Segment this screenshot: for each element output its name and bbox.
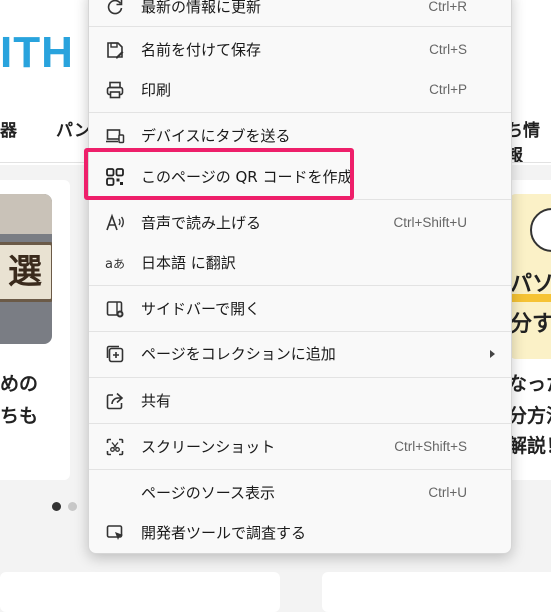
menu-divider xyxy=(89,331,511,332)
menu-item-collections[interactable]: ページをコレクションに追加 xyxy=(89,336,511,372)
menu-item-label: 共有 xyxy=(141,392,172,410)
menu-item-print[interactable]: 印刷 Ctrl+P xyxy=(89,72,511,108)
article-title-right-3[interactable]: 解説！ xyxy=(508,430,551,462)
site-logo[interactable]: ITH xyxy=(0,28,74,78)
menu-item-view-source[interactable]: ページのソース表示 Ctrl+U xyxy=(89,475,511,511)
menu-item-label: 音声で読み上げる xyxy=(141,214,262,232)
menu-item-shortcut: Ctrl+R xyxy=(428,0,467,14)
menu-item-label: 日本語 に翻訳 xyxy=(141,254,236,272)
nav-item-left[interactable]: 器 xyxy=(0,116,17,141)
menu-item-read-aloud[interactable]: 音声で読み上げる Ctrl+Shift+U xyxy=(89,205,511,241)
bottom-card-left[interactable] xyxy=(0,572,280,612)
translate-icon: aあ xyxy=(105,253,125,273)
refresh-icon xyxy=(105,0,125,17)
screenshot-icon xyxy=(105,437,125,457)
thumbnail-badge: 選 xyxy=(0,242,52,302)
menu-item-shortcut: Ctrl+Shift+S xyxy=(394,439,467,454)
inspect-icon xyxy=(105,523,125,543)
menu-item-inspect[interactable]: 開発者ツールで調査する xyxy=(89,515,511,551)
menu-item-translate[interactable]: aあ 日本語 に翻訳 xyxy=(89,245,511,281)
svg-text:あ: あ xyxy=(113,257,125,271)
menu-item-label: ページのソース表示 xyxy=(141,484,275,502)
read-aloud-icon xyxy=(105,213,125,233)
carousel-dot[interactable] xyxy=(68,502,77,511)
carousel-dot-active[interactable] xyxy=(52,502,61,511)
menu-item-label: ページをコレクションに追加 xyxy=(141,345,336,363)
menu-item-save-as[interactable]: 名前を付けて保存 Ctrl+S xyxy=(89,32,511,68)
menu-item-sidebar[interactable]: サイドバーで開く xyxy=(89,291,511,327)
context-menu: 最新の情報に更新 Ctrl+R 名前を付けて保存 Ctrl+S 印刷 Ctrl+… xyxy=(88,0,512,554)
menu-divider xyxy=(89,377,511,378)
article-title-right-1[interactable]: なった xyxy=(508,368,551,400)
article-title-right-2[interactable]: 分方法 xyxy=(508,400,551,432)
menu-item-refresh[interactable]: 最新の情報に更新 Ctrl+R xyxy=(89,0,511,25)
menu-item-label: サイドバーで開く xyxy=(141,300,261,318)
menu-item-share[interactable]: 共有 xyxy=(89,383,511,419)
nav-item-right[interactable]: ち情報 xyxy=(506,116,551,166)
menu-item-shortcut: Ctrl+P xyxy=(429,82,467,97)
menu-divider xyxy=(89,112,511,113)
article-card-left[interactable]: 選 xyxy=(0,180,70,480)
svg-text:a: a xyxy=(105,257,113,272)
menu-divider xyxy=(89,26,511,27)
qr-code-highlight-box xyxy=(84,148,354,200)
menu-divider xyxy=(89,285,511,286)
save-as-icon xyxy=(105,40,125,60)
menu-item-shortcut: Ctrl+S xyxy=(429,42,467,57)
article-thumbnail-left: 選 xyxy=(0,194,52,344)
menu-item-label: 名前を付けて保存 xyxy=(141,41,262,59)
menu-item-label: 最新の情報に更新 xyxy=(141,0,262,16)
share-icon xyxy=(105,391,125,411)
article-title-left-1[interactable]: めの xyxy=(0,368,38,400)
submenu-chevron-icon xyxy=(490,350,495,358)
menu-item-screenshot[interactable]: スクリーンショット Ctrl+Shift+S xyxy=(89,429,511,465)
thumbnail-text-2: 分す xyxy=(510,312,551,337)
collections-icon xyxy=(105,344,125,364)
laptop-illustration xyxy=(530,208,551,252)
menu-divider xyxy=(89,469,511,470)
menu-item-label: 印刷 xyxy=(141,81,172,99)
bottom-card-right[interactable] xyxy=(322,572,551,612)
nav-item-partial[interactable]: パン xyxy=(56,116,91,141)
menu-item-shortcut: Ctrl+Shift+U xyxy=(393,215,467,230)
article-title-left-2[interactable]: ちも xyxy=(0,400,38,432)
sidebar-icon xyxy=(105,299,125,319)
menu-item-shortcut: Ctrl+U xyxy=(428,485,467,500)
menu-item-label: 開発者ツールで調査する xyxy=(141,524,307,542)
menu-item-label: スクリーンショット xyxy=(141,438,276,456)
send-to-device-icon xyxy=(105,126,125,146)
print-icon xyxy=(105,80,125,100)
menu-divider xyxy=(89,423,511,424)
article-thumbnail-right: パソ 分す xyxy=(508,194,551,359)
